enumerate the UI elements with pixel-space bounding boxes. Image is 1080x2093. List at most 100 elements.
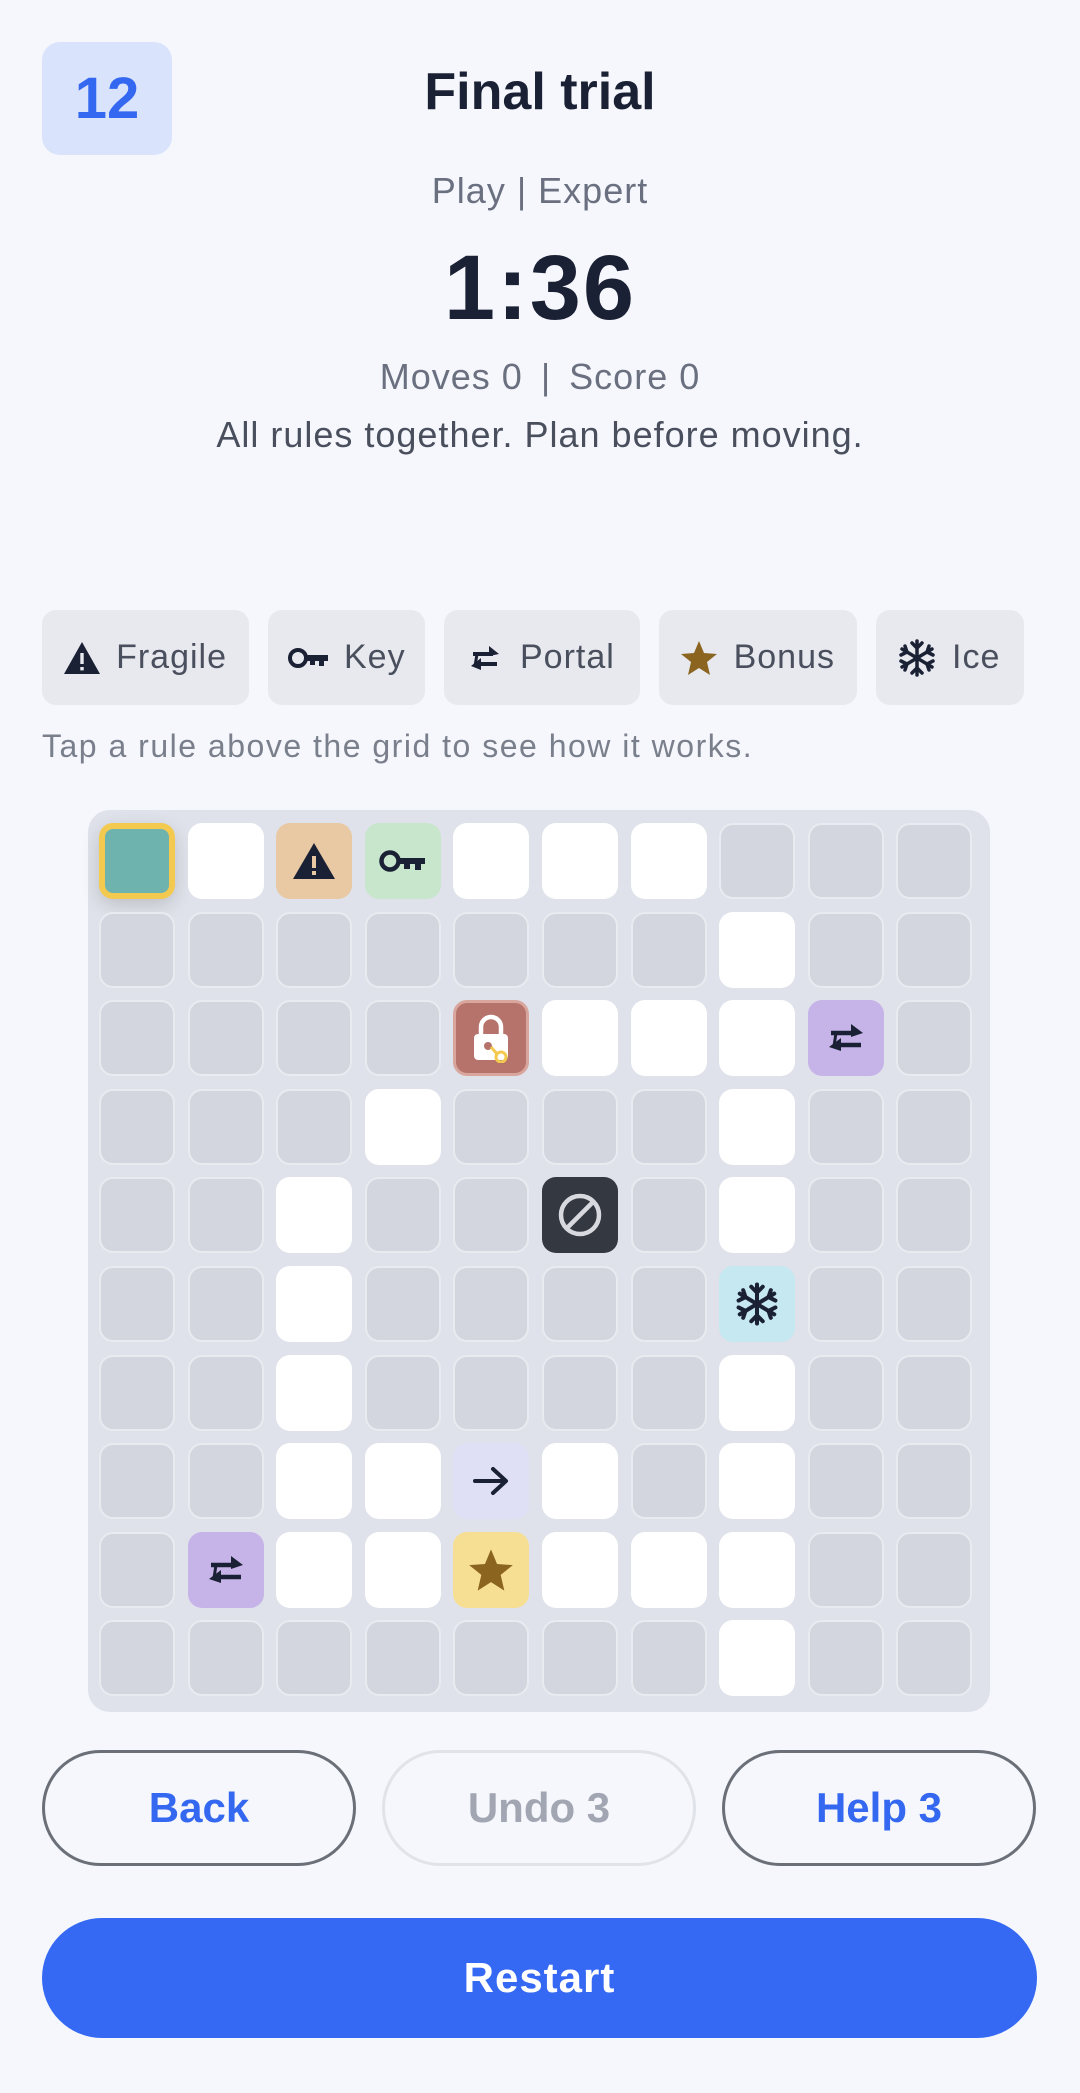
blocked-icon bbox=[556, 1191, 604, 1239]
grid-cell-blocked bbox=[807, 1266, 884, 1342]
grid-cell-key[interactable] bbox=[364, 823, 441, 899]
grid-cell-portal[interactable] bbox=[187, 1531, 264, 1608]
key-icon bbox=[288, 637, 330, 679]
grid-cell-open[interactable] bbox=[719, 1177, 796, 1254]
rule-chip-fragile[interactable]: Fragile bbox=[42, 610, 249, 705]
rule-chip-portal[interactable]: Portal bbox=[444, 610, 640, 705]
grid-cell-ice[interactable] bbox=[719, 1266, 796, 1342]
grid-cell-open[interactable] bbox=[276, 1531, 353, 1608]
grid-cell-open[interactable] bbox=[630, 823, 707, 899]
grid-cell-blocked bbox=[99, 1531, 175, 1608]
grid-cell-blocked bbox=[99, 1088, 175, 1165]
game-board bbox=[88, 810, 990, 1712]
grid-cell-blocked bbox=[542, 1620, 618, 1697]
grid-cell-blocked bbox=[896, 1266, 973, 1342]
restart-button[interactable]: Restart bbox=[42, 1918, 1037, 2038]
grid-cell-open[interactable] bbox=[453, 823, 530, 899]
grid-cell-blocked bbox=[276, 1620, 353, 1697]
grid-cell-blocked bbox=[542, 1266, 618, 1342]
grid-cell-blocked bbox=[896, 1531, 973, 1608]
grid-cell-blocked bbox=[364, 1620, 441, 1697]
grid-cell-blocked bbox=[453, 1177, 530, 1254]
rule-chips: Fragile Key Portal Bonus Ice bbox=[42, 610, 1024, 705]
grid-cell-blocked bbox=[187, 1443, 264, 1520]
grid-cell-blocked bbox=[896, 823, 973, 899]
grid-cell-fragile[interactable] bbox=[276, 823, 353, 899]
grid-cell-blocked bbox=[807, 1443, 884, 1520]
grid-cell-open[interactable] bbox=[719, 911, 796, 988]
grid-cell-wall[interactable] bbox=[542, 1177, 618, 1254]
grid-cell-blocked bbox=[364, 1266, 441, 1342]
rule-chip-label: Key bbox=[344, 638, 406, 676]
grid-cell-blocked bbox=[99, 1000, 175, 1077]
grid-cell-blocked bbox=[99, 1354, 175, 1431]
grid-cell-portal[interactable] bbox=[807, 1000, 884, 1077]
grid-cell-blocked bbox=[807, 1088, 884, 1165]
grid-cell-blocked bbox=[364, 1354, 441, 1431]
grid-cell-open[interactable] bbox=[187, 823, 264, 899]
grid-cell-blocked bbox=[807, 1620, 884, 1697]
warning-icon bbox=[291, 841, 337, 881]
grid-cell-blocked bbox=[187, 1088, 264, 1165]
grid-cell-open[interactable] bbox=[364, 1443, 441, 1520]
rule-chip-label: Portal bbox=[520, 638, 615, 676]
grid-cell-open[interactable] bbox=[719, 1354, 796, 1431]
grid-cell-open[interactable] bbox=[542, 823, 618, 899]
rule-chip-ice[interactable]: Ice bbox=[876, 610, 1024, 705]
grid-cell-open[interactable] bbox=[630, 1000, 707, 1077]
grid-cell-open[interactable] bbox=[719, 1088, 796, 1165]
portal-icon bbox=[825, 1020, 867, 1056]
grid-cell-open[interactable] bbox=[719, 1443, 796, 1520]
grid-cell-open[interactable] bbox=[276, 1266, 353, 1342]
grid-cell-blocked bbox=[896, 911, 973, 988]
grid-cell-lock[interactable] bbox=[453, 1000, 530, 1077]
grid-cell-blocked bbox=[807, 1531, 884, 1608]
undo-button[interactable]: Undo 3 bbox=[382, 1750, 696, 1866]
grid-cell-blocked bbox=[99, 1177, 175, 1254]
rule-chip-bonus[interactable]: Bonus bbox=[659, 610, 857, 705]
grid-cell-blocked bbox=[187, 1177, 264, 1254]
grid-cell-open[interactable] bbox=[542, 1443, 618, 1520]
star-icon bbox=[468, 1548, 514, 1592]
grid-cell-blocked bbox=[896, 1000, 973, 1077]
warning-icon bbox=[62, 637, 102, 679]
grid-cell-open[interactable] bbox=[719, 1620, 796, 1697]
grid-cell-open[interactable] bbox=[630, 1531, 707, 1608]
grid-cell-blocked bbox=[99, 1266, 175, 1342]
grid-cell-bonus[interactable] bbox=[453, 1531, 530, 1608]
grid-cell-open[interactable] bbox=[276, 1443, 353, 1520]
grid-cell-blocked bbox=[276, 911, 353, 988]
grid-cell-blocked bbox=[630, 1177, 707, 1254]
grid-cell-blocked bbox=[99, 1443, 175, 1520]
grid-cell-blocked bbox=[364, 1000, 441, 1077]
grid-cell-arrow[interactable] bbox=[453, 1443, 530, 1520]
grid-cell-open[interactable] bbox=[276, 1354, 353, 1431]
grid-cell-blocked bbox=[453, 1088, 530, 1165]
portal-icon bbox=[464, 637, 506, 679]
grid-cell-open[interactable] bbox=[364, 1531, 441, 1608]
grid-cell-open[interactable] bbox=[542, 1531, 618, 1608]
rule-chip-label: Ice bbox=[952, 638, 1001, 676]
grid-cell-blocked bbox=[276, 1088, 353, 1165]
grid-cell-blocked bbox=[187, 1266, 264, 1342]
mode-subtitle: Play | Expert bbox=[431, 170, 649, 211]
grid-cell-blocked bbox=[896, 1354, 973, 1431]
grid-cell-blocked bbox=[807, 1354, 884, 1431]
grid-cell-blocked bbox=[364, 911, 441, 988]
moves-count: Moves 0 bbox=[379, 356, 523, 397]
grid-cell-blocked bbox=[630, 911, 707, 988]
grid-cell-open[interactable] bbox=[719, 1000, 796, 1077]
help-button[interactable]: Help 3 bbox=[722, 1750, 1036, 1866]
grid-cell-open[interactable] bbox=[364, 1088, 441, 1165]
grid-cell-blocked bbox=[187, 1000, 264, 1077]
rule-chip-key[interactable]: Key bbox=[268, 610, 425, 705]
back-button[interactable]: Back bbox=[42, 1750, 356, 1866]
snowflake-icon bbox=[734, 1281, 780, 1327]
grid-cell-open[interactable] bbox=[276, 1177, 353, 1254]
grid-cell-open[interactable] bbox=[719, 1531, 796, 1608]
page-title: Final trial bbox=[424, 63, 656, 121]
player-tile[interactable] bbox=[99, 823, 175, 899]
grid-cell-open[interactable] bbox=[542, 1000, 618, 1077]
grid-cell-blocked bbox=[719, 823, 796, 899]
grid-cell-blocked bbox=[187, 1620, 264, 1697]
